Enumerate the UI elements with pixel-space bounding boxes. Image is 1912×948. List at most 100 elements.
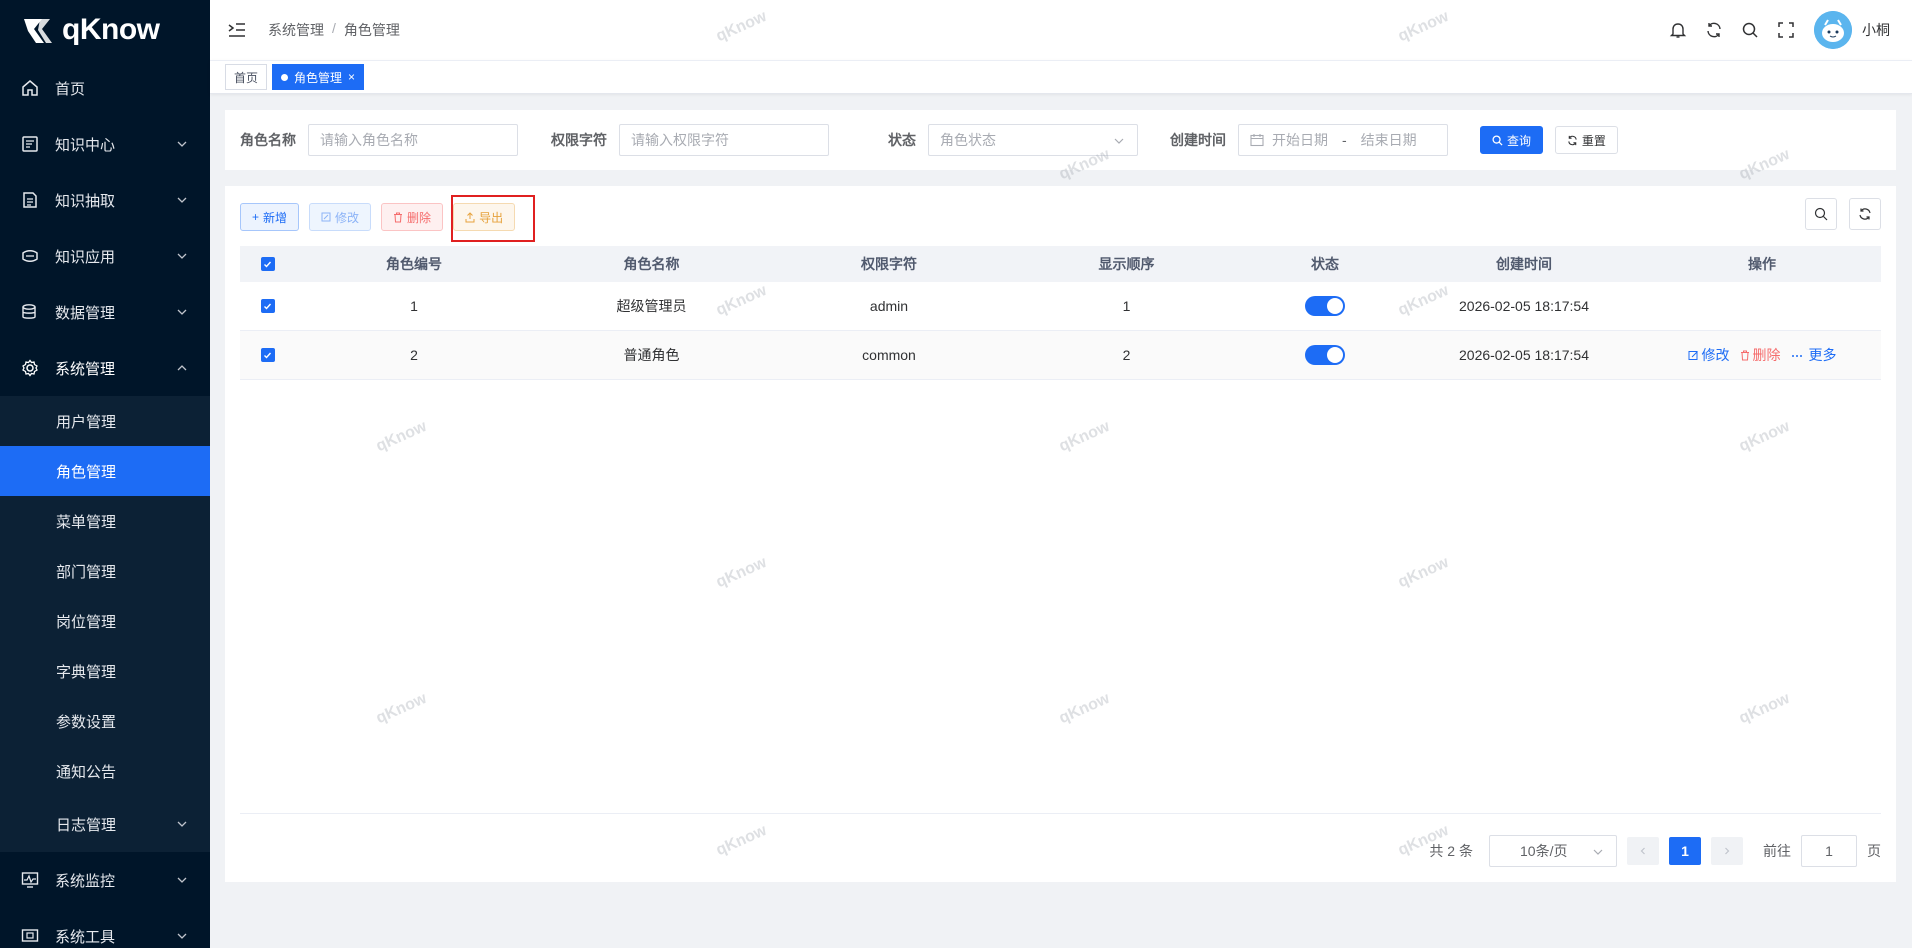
sidebar-item-log-management[interactable]: 日志管理 xyxy=(0,796,210,852)
column-header: 角色名称 xyxy=(623,256,680,272)
monitor-icon xyxy=(20,870,40,890)
row-select-cell xyxy=(240,299,295,313)
edit-icon xyxy=(321,212,331,222)
breadcrumb-item[interactable]: 系统管理 xyxy=(268,20,324,40)
status-toggle[interactable] xyxy=(1305,296,1345,316)
role-id-cell: 2 xyxy=(410,347,418,363)
bell-icon[interactable] xyxy=(1668,20,1688,40)
sidebar-item-role-management[interactable]: 角色管理 xyxy=(0,446,210,496)
table-row[interactable]: 1 超级管理员 admin 1 2026-02-05 18:17:54 xyxy=(240,282,1881,331)
reset-button[interactable]: 重置 xyxy=(1554,126,1618,154)
query-button[interactable]: 查询 xyxy=(1480,126,1544,154)
column-header: 角色编号 xyxy=(386,256,442,272)
date-range-picker[interactable]: 开始日期 - 结束日期 xyxy=(1238,124,1448,156)
tag-role-management[interactable]: 角色管理 × xyxy=(272,64,365,90)
sidebar-item-post-management[interactable]: 岗位管理 xyxy=(0,596,210,646)
status-cell xyxy=(1245,345,1405,365)
role-name-input[interactable]: 请输入角色名称 xyxy=(308,124,518,156)
select-all-checkbox[interactable] xyxy=(260,257,275,271)
row-delete-link[interactable]: 删除 xyxy=(1740,345,1781,365)
table-row[interactable]: 2 普通角色 common 2 2026-02-05 18:17:54 修改 删… xyxy=(240,331,1881,380)
calendar-icon xyxy=(1250,134,1264,147)
more-icon xyxy=(1791,354,1802,357)
sidebar-item-label: 通知公告 xyxy=(56,763,117,781)
sidebar-item-label: 系统工具 xyxy=(55,928,116,946)
select-all-cell xyxy=(240,257,295,271)
sidebar-item-knowledge-center[interactable]: 知识中心 xyxy=(0,116,210,172)
avatar[interactable] xyxy=(1814,11,1852,49)
refresh-icon xyxy=(1859,208,1871,220)
sidebar-item-dict-management[interactable]: 字典管理 xyxy=(0,646,210,696)
status-field: 状态 角色状态 xyxy=(888,124,1138,156)
sidebar-item-system-management[interactable]: 系统管理 xyxy=(0,340,210,396)
column-header: 操作 xyxy=(1748,256,1776,272)
column-header: 权限字符 xyxy=(861,256,917,272)
total-count: 共 2 条 xyxy=(1429,843,1473,859)
perm-key-input[interactable]: 请输入权限字符 xyxy=(619,124,829,156)
start-date-placeholder: 开始日期 xyxy=(1272,132,1328,148)
sidebar-item-label: 角色管理 xyxy=(56,463,117,481)
sidebar-item-data-management[interactable]: 数据管理 xyxy=(0,284,210,340)
sidebar-item-label: 数据管理 xyxy=(55,304,116,322)
perm-key-label: 权限字符 xyxy=(551,132,607,148)
sidebar-item-config[interactable]: 参数设置 xyxy=(0,696,210,746)
status-cell xyxy=(1245,296,1405,316)
search-actions: 查询 重置 xyxy=(1480,126,1618,154)
next-page-button[interactable] xyxy=(1711,837,1743,865)
sidebar-item-system-tools[interactable]: 系统工具 xyxy=(0,908,210,948)
logo[interactable]: qKnow xyxy=(0,0,210,60)
page-size-select[interactable]: 10条/页 xyxy=(1489,835,1617,867)
tools-icon xyxy=(20,926,40,946)
fullscreen-icon[interactable] xyxy=(1776,20,1796,40)
end-date-placeholder: 结束日期 xyxy=(1360,132,1417,148)
logo-text: qKnow xyxy=(62,13,160,46)
sidebar-item-label: 首页 xyxy=(55,80,86,98)
page-number-button[interactable]: 1 xyxy=(1669,837,1701,865)
role-table: 角色编号 角色名称 权限字符 显示顺序 状态 创建时间 操作 1 超级管理员 a… xyxy=(240,246,1881,380)
sidebar-item-menu-management[interactable]: 菜单管理 xyxy=(0,496,210,546)
refresh-table-button[interactable] xyxy=(1849,198,1881,230)
sidebar-item-home[interactable]: 首页 xyxy=(0,60,210,116)
edit-button[interactable]: 修改 xyxy=(309,203,372,231)
table-header: 角色编号 角色名称 权限字符 显示顺序 状态 创建时间 操作 xyxy=(240,246,1881,282)
perm-key-field: 权限字符 请输入权限字符 xyxy=(551,124,829,156)
search-icon xyxy=(1492,134,1503,146)
prev-page-button[interactable] xyxy=(1627,837,1659,865)
delete-button[interactable]: 删除 xyxy=(381,203,444,231)
button-label: 删除 xyxy=(407,210,432,225)
sidebar-item-knowledge-extract[interactable]: 知识抽取 xyxy=(0,172,210,228)
button-label: 修改 xyxy=(335,210,360,225)
row-checkbox[interactable] xyxy=(260,299,275,313)
system-submenu: 用户管理 角色管理 菜单管理 部门管理 岗位管理 字典管理 参数设置 通知公告 … xyxy=(0,396,210,852)
status-toggle[interactable] xyxy=(1305,345,1345,365)
sidebar-item-label: 知识中心 xyxy=(55,136,116,154)
tag-home[interactable]: 首页 xyxy=(225,64,268,90)
menu-fold-icon[interactable] xyxy=(227,20,247,40)
chevron-right-icon xyxy=(1725,847,1730,855)
chevron-down-icon xyxy=(177,197,187,203)
row-edit-link[interactable]: 修改 xyxy=(1688,345,1730,365)
username[interactable]: 小桐 xyxy=(1862,20,1890,40)
sidebar-item-user-management[interactable]: 用户管理 xyxy=(0,396,210,446)
created-time-cell: 2026-02-05 18:17:54 xyxy=(1459,347,1589,363)
add-button[interactable]: + 新增 xyxy=(240,203,300,231)
page-suffix: 页 xyxy=(1867,843,1881,859)
close-icon[interactable]: × xyxy=(348,70,355,84)
sidebar-item-dept-management[interactable]: 部门管理 xyxy=(0,546,210,596)
sidebar-item-knowledge-app[interactable]: 知识应用 xyxy=(0,228,210,284)
search-icon[interactable] xyxy=(1740,20,1760,40)
row-checkbox[interactable] xyxy=(260,348,275,362)
toggle-search-button[interactable] xyxy=(1805,198,1837,230)
chevron-down-icon xyxy=(177,821,187,827)
row-more-link[interactable]: 更多 xyxy=(1791,345,1837,365)
trash-icon xyxy=(393,212,403,223)
goto-page-input[interactable]: 1 xyxy=(1801,835,1857,867)
chevron-up-icon xyxy=(177,365,187,371)
button-label: 查询 xyxy=(1507,133,1532,148)
refresh-icon[interactable] xyxy=(1704,20,1724,40)
sidebar-item-notice[interactable]: 通知公告 xyxy=(0,746,210,796)
role-id-cell: 1 xyxy=(410,298,418,314)
chevron-down-icon xyxy=(177,253,187,259)
status-select[interactable]: 角色状态 xyxy=(928,124,1138,156)
sidebar-item-system-monitor[interactable]: 系统监控 xyxy=(0,852,210,908)
